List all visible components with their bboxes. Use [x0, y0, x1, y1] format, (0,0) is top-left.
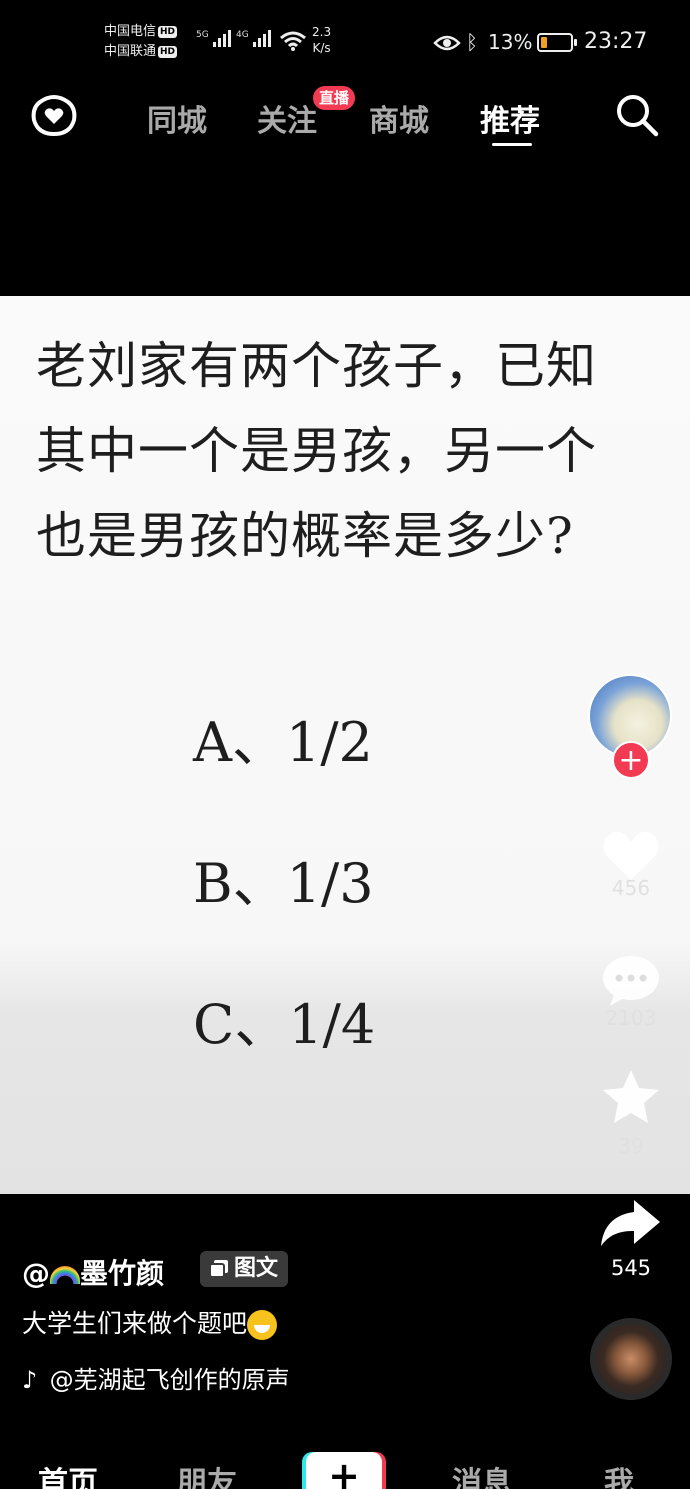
follow-button[interactable]: +	[612, 741, 650, 779]
favorite-count: 39	[618, 1134, 644, 1158]
rainbow-icon	[50, 1266, 80, 1284]
battery-icon	[537, 33, 577, 52]
option-b: B、1/3	[193, 852, 374, 915]
image-text-icon	[210, 1260, 228, 1277]
create-post-button[interactable]: +	[306, 1452, 382, 1489]
music-info[interactable]: ♪ @芜湖起飞创作的原声	[22, 1360, 290, 1395]
top-nav: 同城 关注 直播 商城 推荐	[0, 70, 690, 160]
bottom-nav: 首页 朋友 + 消息 我	[0, 1440, 690, 1489]
carrier-info: 中国电信 HD 中国联通 HD	[104, 22, 178, 62]
laughing-emoji-icon	[247, 1310, 278, 1340]
option-a: A、1/2	[193, 711, 373, 774]
favorite-star-icon[interactable]	[600, 1068, 662, 1126]
carrier-1: 中国电信	[104, 24, 157, 39]
share-arrow-icon[interactable]	[598, 1198, 662, 1250]
post-caption[interactable]: 大学生们来做个题吧	[22, 1304, 278, 1340]
active-tab-indicator	[492, 143, 532, 146]
music-note-icon: ♪	[22, 1366, 38, 1394]
wifi-icon	[280, 31, 306, 51]
hd-badge-2: HD	[158, 45, 178, 58]
battery-percent: 13%	[488, 30, 533, 54]
camera-heart-icon[interactable]	[30, 90, 78, 138]
live-badge: 直播	[313, 86, 356, 110]
question-text: 老刘家有两个孩子，已知 其中一个是男孩，另一个 也是男孩的概率是多少?	[36, 337, 597, 565]
nav-home[interactable]: 首页	[38, 1458, 98, 1489]
tab-following[interactable]: 关注	[257, 96, 317, 140]
comment-icon[interactable]	[600, 952, 662, 1010]
nav-me[interactable]: 我	[604, 1458, 634, 1489]
comment-count: 2103	[605, 1006, 657, 1030]
like-count: 456	[611, 876, 651, 900]
net-speed: 2.3 K/s	[312, 25, 332, 55]
eye-icon	[433, 35, 461, 51]
hd-badge-1: HD	[158, 25, 178, 38]
signal-4g-icon: 4G	[236, 30, 271, 47]
bluetooth-icon: ᛒ	[466, 30, 478, 54]
post-image[interactable]: 老刘家有两个孩子，已知 其中一个是男孩，另一个 也是男孩的概率是多少? A、1/…	[0, 296, 690, 1194]
tab-mall[interactable]: 商城	[369, 96, 429, 140]
option-c: C、1/4	[193, 993, 376, 1056]
status-bar: 中国电信 HD 中国联通 HD 5G 4G 2.3 K/s ᛒ 13% 23:27	[0, 0, 690, 70]
nav-friends[interactable]: 朋友	[177, 1458, 237, 1489]
author-name[interactable]: @ 墨竹颜	[22, 1252, 164, 1292]
tab-same-city[interactable]: 同城	[147, 96, 207, 140]
carrier-2: 中国联通	[104, 44, 157, 59]
signal-5g-icon: 5G	[196, 30, 231, 47]
share-count: 545	[610, 1256, 652, 1280]
nav-messages[interactable]: 消息	[452, 1458, 512, 1489]
search-icon[interactable]	[614, 92, 660, 138]
image-text-tag[interactable]: 图文	[200, 1251, 289, 1287]
tab-recommend[interactable]: 推荐	[480, 96, 540, 140]
music-disc[interactable]	[590, 1318, 672, 1400]
clock: 23:27	[584, 29, 648, 54]
